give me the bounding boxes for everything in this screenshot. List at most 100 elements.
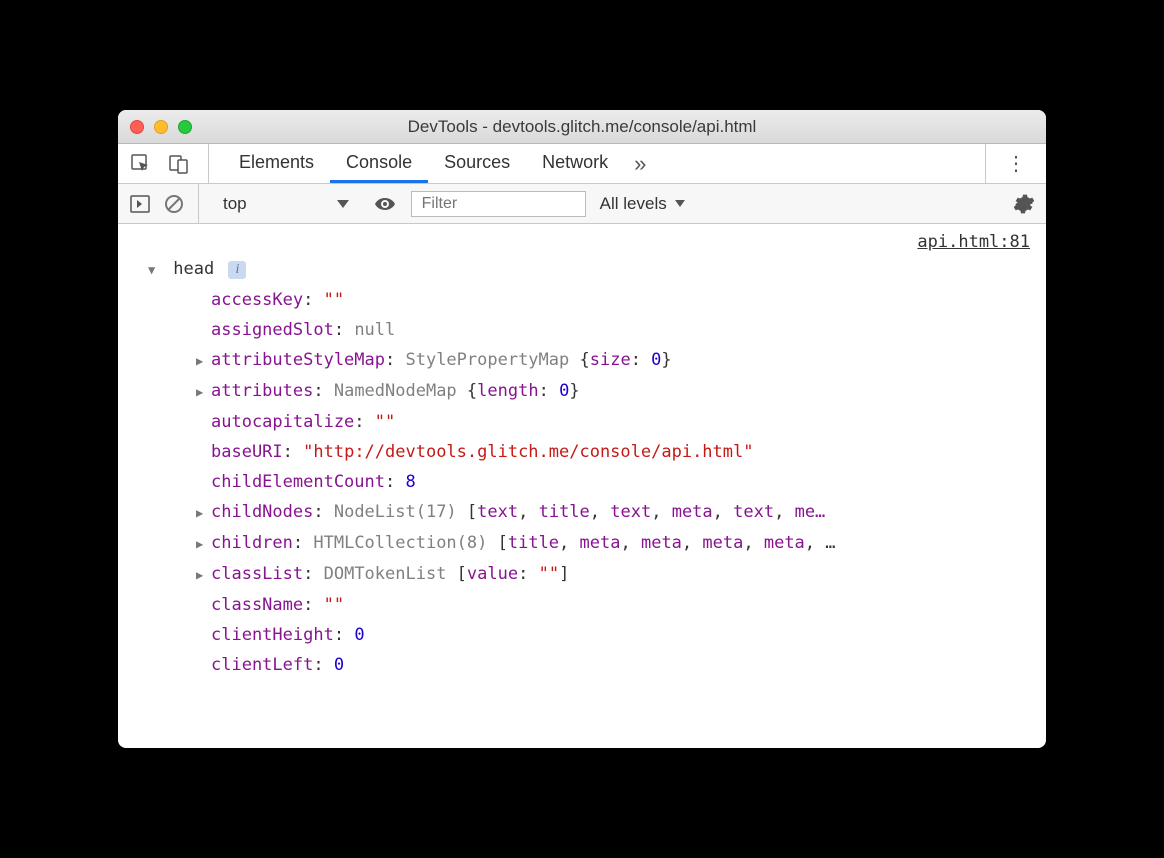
property-value-token: DOMTokenList <box>324 564 457 584</box>
property-row[interactable]: attributes: NamedNodeMap {length: 0} <box>196 376 1036 407</box>
property-value-token: text <box>477 502 518 522</box>
property-value-token: 8 <box>405 472 415 492</box>
property-value-token: , <box>559 533 579 553</box>
property-row[interactable]: attributeStyleMap: StylePropertyMap {siz… <box>196 345 1036 376</box>
panel-tabs: Elements Console Sources Network » <box>223 144 656 183</box>
source-link[interactable]: api.html:81 <box>917 232 1030 252</box>
property-row[interactable]: classList: DOMTokenList [value: ""] <box>196 559 1036 590</box>
property-name: baseURI <box>211 442 283 462</box>
property-value-token: 0 <box>651 350 661 370</box>
property-row[interactable]: clientLeft: 0 <box>196 650 1036 680</box>
property-name: clientLeft <box>211 655 313 675</box>
property-name: autocapitalize <box>211 412 354 432</box>
property-value-token: NodeList(17) <box>334 502 467 522</box>
devtools-window: DevTools - devtools.glitch.me/console/ap… <box>118 110 1046 748</box>
property-row[interactable]: className: "" <box>196 590 1036 620</box>
property-value-token: ] <box>559 564 569 584</box>
toolbar-right: ⋮ <box>985 144 1034 183</box>
toggle-sidebar-icon[interactable] <box>130 195 150 213</box>
property-row[interactable]: childNodes: NodeList(17) [text, title, t… <box>196 497 1036 528</box>
object-name: head <box>173 259 214 279</box>
property-value-token: meta <box>702 533 743 553</box>
property-name: className <box>211 595 303 615</box>
toolbar-left <box>130 144 209 183</box>
property-row[interactable]: childElementCount: 8 <box>196 467 1036 497</box>
property-value-token: title <box>539 502 590 522</box>
property-value-token: meta <box>764 533 805 553</box>
property-row[interactable]: assignedSlot: null <box>196 315 1036 345</box>
levels-label: All levels <box>600 194 667 214</box>
property-value-token: text <box>733 502 774 522</box>
execution-context-select[interactable]: top <box>213 192 359 216</box>
property-value-token: , <box>713 502 733 522</box>
log-levels-select[interactable]: All levels <box>600 194 685 214</box>
property-value-token: null <box>354 320 395 340</box>
property-row[interactable]: children: HTMLCollection(8) [title, meta… <box>196 528 1036 559</box>
property-value-token: [ <box>467 502 477 522</box>
property-value-token: "http://devtools.glitch.me/console/api.h… <box>303 442 753 462</box>
property-name: childNodes <box>211 502 313 522</box>
window-title: DevTools - devtools.glitch.me/console/ap… <box>118 117 1046 137</box>
property-value-token: : <box>539 381 559 401</box>
context-label: top <box>223 194 247 214</box>
tab-console[interactable]: Console <box>330 144 428 183</box>
tabs-overflow-icon[interactable]: » <box>624 144 656 183</box>
disclosure-triangle-icon[interactable] <box>148 255 160 285</box>
console-settings-icon[interactable] <box>1014 194 1034 214</box>
property-name: attributes <box>211 381 313 401</box>
console-toolbar: top All levels <box>118 184 1046 224</box>
property-row[interactable]: autocapitalize: "" <box>196 407 1036 437</box>
property-value-token: value <box>467 564 518 584</box>
property-value-token: length <box>477 381 538 401</box>
property-value-token: title <box>508 533 559 553</box>
disclosure-triangle-icon[interactable] <box>196 377 208 407</box>
property-value-token: : <box>631 350 651 370</box>
inspect-element-icon[interactable] <box>130 153 152 175</box>
property-name: children <box>211 533 293 553</box>
disclosure-triangle-icon[interactable] <box>196 346 208 376</box>
property-row[interactable]: accessKey: "" <box>196 285 1036 315</box>
property-value-token: meta <box>672 502 713 522</box>
property-value-token: , <box>682 533 702 553</box>
console-toolbar-left <box>130 184 199 223</box>
clear-console-icon[interactable] <box>164 194 184 214</box>
property-value-token: text <box>610 502 651 522</box>
object-header[interactable]: head i <box>148 254 1036 285</box>
more-options-icon[interactable]: ⋮ <box>1000 151 1034 176</box>
property-name: classList <box>211 564 303 584</box>
disclosure-triangle-icon[interactable] <box>196 560 208 590</box>
info-icon[interactable]: i <box>228 261 246 279</box>
property-value-token: "" <box>324 290 344 310</box>
device-toolbar-icon[interactable] <box>168 153 190 175</box>
property-value-token: , <box>518 502 538 522</box>
disclosure-triangle-icon[interactable] <box>196 498 208 528</box>
property-name: accessKey <box>211 290 303 310</box>
filter-input[interactable] <box>411 191 586 217</box>
property-row[interactable]: clientHeight: 0 <box>196 620 1036 650</box>
property-value-token: { <box>467 381 477 401</box>
property-value-token: "" <box>324 595 344 615</box>
property-value-token: , <box>620 533 640 553</box>
property-name: childElementCount <box>211 472 385 492</box>
disclosure-triangle-icon[interactable] <box>196 529 208 559</box>
tab-elements[interactable]: Elements <box>223 144 330 183</box>
chevron-down-icon <box>337 200 349 208</box>
property-value-token: meta <box>580 533 621 553</box>
property-value-token: "" <box>539 564 559 584</box>
property-value-token: HTMLCollection(8) <box>313 533 497 553</box>
live-expression-icon[interactable] <box>373 195 397 213</box>
property-value-token: 0 <box>559 381 569 401</box>
property-value-token: meta <box>641 533 682 553</box>
tab-sources[interactable]: Sources <box>428 144 526 183</box>
property-value-token: NamedNodeMap <box>334 381 467 401</box>
property-value-token: } <box>661 350 671 370</box>
property-value-token: , <box>743 533 763 553</box>
property-value-token: , <box>590 502 610 522</box>
titlebar: DevTools - devtools.glitch.me/console/ap… <box>118 110 1046 144</box>
property-row[interactable]: baseURI: "http://devtools.glitch.me/cons… <box>196 437 1036 467</box>
tab-network[interactable]: Network <box>526 144 624 183</box>
property-value-token: me… <box>795 502 826 522</box>
property-value-token: "" <box>375 412 395 432</box>
property-value-token: { <box>579 350 589 370</box>
property-value-token: [ <box>457 564 467 584</box>
